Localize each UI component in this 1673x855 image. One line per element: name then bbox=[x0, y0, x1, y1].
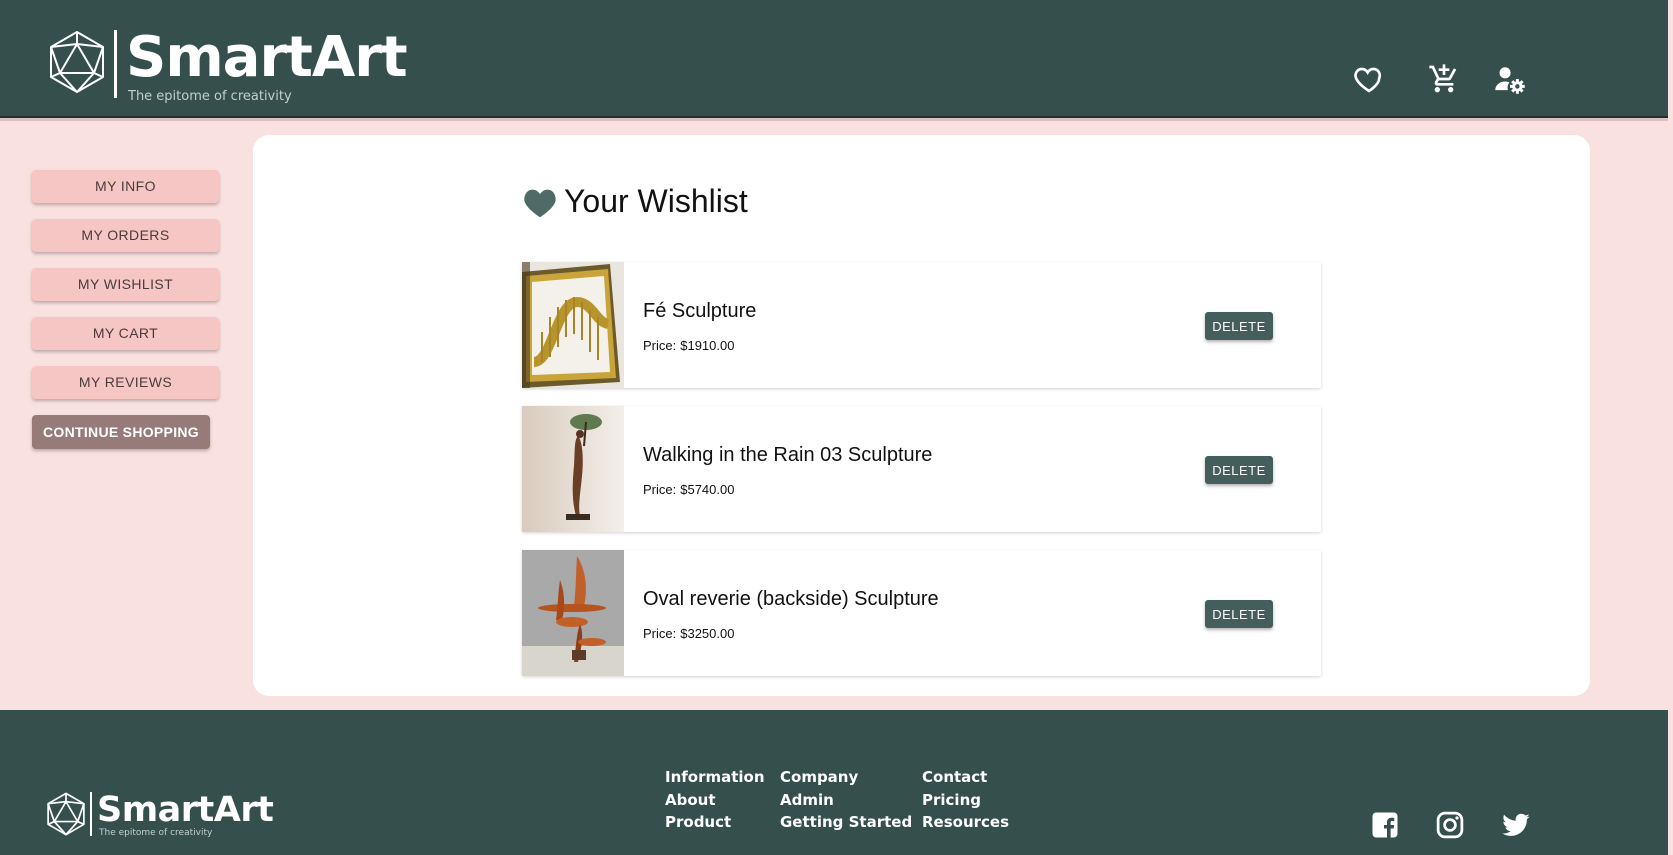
product-image[interactable] bbox=[522, 550, 624, 676]
product-image[interactable] bbox=[522, 262, 624, 388]
my-cart-button[interactable]: MY CART bbox=[32, 317, 219, 350]
logo-divider bbox=[90, 792, 92, 836]
site-header: SmartArt The epitome of creativity bbox=[0, 0, 1668, 118]
footer-link-about[interactable]: About bbox=[665, 789, 765, 812]
footer-link-admin[interactable]: Admin bbox=[780, 789, 912, 812]
price-label: Price: bbox=[643, 626, 677, 641]
wishlist-item: Walking in the Rain 03 Sculpture Price: $… bbox=[522, 406, 1321, 532]
footer-link-information[interactable]: Information bbox=[665, 766, 765, 789]
site-logo[interactable]: SmartArt The epitome of creativity bbox=[48, 25, 408, 104]
delete-button[interactable]: DELETE bbox=[1205, 600, 1273, 628]
footer-link-pricing[interactable]: Pricing bbox=[922, 789, 1009, 812]
user-settings-icon[interactable] bbox=[1494, 63, 1526, 95]
product-name[interactable]: Fé Sculpture bbox=[643, 300, 756, 323]
product-price: Price: $5740.00 bbox=[643, 482, 734, 497]
product-name[interactable]: Walking in the Rain 03 Sculpture bbox=[643, 444, 932, 467]
brand-tagline: The epitome of creativity bbox=[128, 89, 292, 104]
product-price: Price: $3250.00 bbox=[643, 626, 734, 641]
icosahedron-logo-icon bbox=[47, 792, 85, 836]
heart-outline-icon[interactable] bbox=[1353, 63, 1385, 95]
wishlist-item: Oval reverie (backside) Sculpture Price:… bbox=[522, 550, 1321, 676]
heart-filled-icon bbox=[524, 189, 556, 217]
brand-name: SmartArt bbox=[126, 25, 408, 90]
continue-shopping-button[interactable]: CONTINUE SHOPPING bbox=[32, 415, 210, 449]
facebook-icon[interactable] bbox=[1370, 810, 1400, 840]
wishlist-heading: Your Wishlist bbox=[522, 183, 748, 220]
delete-button[interactable]: DELETE bbox=[1205, 456, 1273, 484]
cart-add-icon[interactable] bbox=[1428, 63, 1460, 95]
footer-logo[interactable]: SmartArt The epitome of creativity bbox=[46, 790, 274, 838]
price-value: $5740.00 bbox=[680, 482, 735, 497]
logo-divider bbox=[114, 30, 117, 98]
footer-link-contact[interactable]: Contact bbox=[922, 766, 1009, 789]
my-wishlist-button[interactable]: MY WISHLIST bbox=[32, 268, 219, 301]
wishlist-item: Fé Sculpture Price: $1910.00 DELETE bbox=[522, 262, 1321, 388]
price-label: Price: bbox=[643, 338, 677, 353]
site-footer: SmartArt The epitome of creativity Infor… bbox=[0, 710, 1668, 855]
footer-column: Company Admin Getting Started bbox=[780, 766, 912, 834]
price-value: $1910.00 bbox=[680, 338, 735, 353]
footer-link-product[interactable]: Product bbox=[665, 811, 765, 834]
footer-link-resources[interactable]: Resources bbox=[922, 811, 1009, 834]
icosahedron-logo-icon bbox=[50, 31, 104, 93]
my-reviews-button[interactable]: MY REVIEWS bbox=[32, 366, 219, 399]
wishlist-title: Your Wishlist bbox=[564, 183, 748, 219]
product-price: Price: $1910.00 bbox=[643, 338, 734, 353]
my-info-button[interactable]: MY INFO bbox=[32, 170, 219, 203]
footer-column: Contact Pricing Resources bbox=[922, 766, 1009, 834]
footer-link-getting-started[interactable]: Getting Started bbox=[780, 811, 912, 834]
instagram-icon[interactable] bbox=[1435, 810, 1465, 840]
account-sidebar: MY INFO MY ORDERS MY WISHLIST MY CART MY… bbox=[32, 170, 219, 449]
footer-column: Information About Product bbox=[665, 766, 765, 834]
price-value: $3250.00 bbox=[680, 626, 735, 641]
product-name[interactable]: Oval reverie (backside) Sculpture bbox=[643, 588, 939, 611]
price-label: Price: bbox=[643, 482, 677, 497]
wishlist-panel: Your Wishlist Fé Sculpture Price: $1910.0… bbox=[253, 135, 1590, 696]
twitter-icon[interactable] bbox=[1501, 810, 1531, 840]
my-orders-button[interactable]: MY ORDERS bbox=[32, 219, 219, 252]
footer-brand-name: SmartArt bbox=[97, 790, 274, 830]
footer-link-company[interactable]: Company bbox=[780, 766, 912, 789]
delete-button[interactable]: DELETE bbox=[1205, 312, 1273, 340]
product-image[interactable] bbox=[522, 406, 624, 532]
